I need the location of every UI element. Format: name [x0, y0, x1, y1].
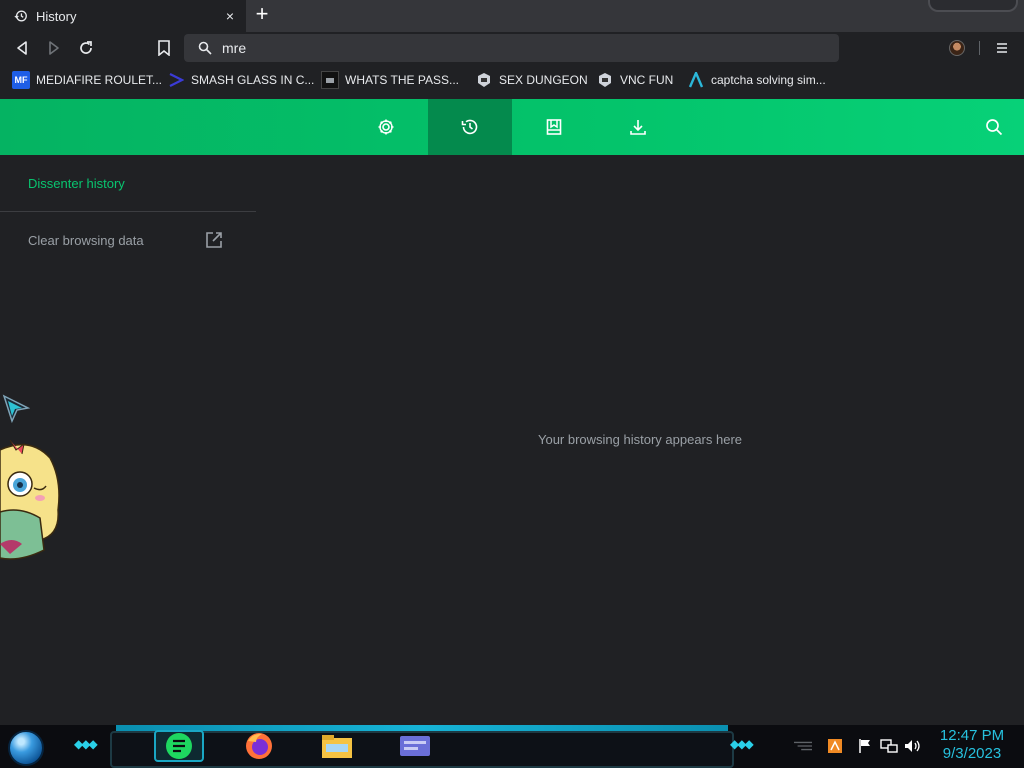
smash-glass-icon — [167, 71, 185, 89]
history-tab-icon — [14, 10, 27, 22]
forward-button[interactable] — [44, 38, 64, 58]
bookmark-item-mediafire[interactable]: MF MEDIAFIRE ROULET... — [12, 71, 162, 89]
clock-time: 12:47 PM — [939, 727, 1005, 744]
dungeon-icon — [475, 71, 493, 89]
bookmark-label: VNC FUN — [620, 73, 674, 87]
back-button[interactable] — [12, 38, 32, 58]
history-icon — [461, 119, 478, 135]
taskbar-chevron-icon: ◆◆◆ — [730, 737, 754, 751]
bookmarks-icon — [546, 119, 562, 135]
open-external-icon[interactable] — [205, 231, 223, 249]
bookmark-button[interactable] — [154, 38, 174, 58]
bookmark-label: MEDIAFIRE ROULET... — [36, 73, 163, 87]
show-desktop-icon[interactable] — [794, 737, 812, 755]
settings-icon — [378, 119, 394, 135]
sidebar-title[interactable]: Dissenter history — [28, 176, 125, 191]
taskbar-chevron-icon: ◆◆◆ — [74, 737, 98, 751]
history-page-header — [0, 99, 1024, 155]
profile-avatar[interactable] — [949, 40, 965, 56]
bookmark-icon — [158, 40, 170, 56]
history-button[interactable] — [428, 99, 512, 155]
search-icon — [198, 41, 212, 55]
taskbar-media-app[interactable] — [390, 730, 440, 762]
tab-close-icon[interactable]: × — [222, 8, 238, 24]
bookmark-item-whats-the-pass[interactable]: WHATS THE PASS... — [321, 71, 459, 89]
start-button[interactable] — [8, 730, 44, 766]
bookmark-item-sex-dungeon[interactable]: SEX DUNGEON — [475, 71, 588, 89]
flag-tray-icon[interactable] — [856, 737, 874, 755]
network-tray-icon[interactable] — [826, 737, 844, 755]
media-app-icon — [400, 736, 430, 756]
reload-button[interactable] — [76, 38, 96, 58]
captcha-icon — [687, 71, 705, 89]
firefox-icon — [246, 733, 272, 759]
settings-button[interactable] — [344, 99, 428, 155]
password-site-icon — [321, 71, 339, 89]
bookmark-item-vnc-fun[interactable]: VNC FUN — [596, 71, 673, 89]
bookmarks-button[interactable] — [512, 99, 596, 155]
taskbar-notes-app[interactable] — [154, 730, 204, 762]
downloads-icon — [630, 120, 646, 135]
forward-icon — [49, 41, 59, 55]
window-controls[interactable] — [928, 0, 1018, 12]
desktop-mascot-icon — [0, 440, 60, 560]
mouse-cursor-icon — [2, 394, 30, 424]
clear-browsing-data-link[interactable]: Clear browsing data — [28, 233, 144, 248]
taskbar-firefox[interactable] — [234, 730, 284, 762]
history-search-button[interactable] — [952, 99, 1024, 155]
volume-tray-icon[interactable] — [904, 737, 922, 755]
taskbar-clock[interactable]: 12:47 PM 9/3/2023 — [936, 727, 1008, 763]
bookmark-item-smash-glass[interactable]: SMASH GLASS IN C... — [167, 71, 314, 89]
vnc-icon — [596, 71, 614, 89]
bookmark-label: SEX DUNGEON — [499, 73, 588, 87]
display-tray-icon[interactable] — [880, 737, 898, 755]
taskbar-file-explorer[interactable] — [312, 730, 362, 762]
bookmark-label: SMASH GLASS IN C... — [191, 73, 315, 87]
clock-date: 9/3/2023 — [942, 745, 1002, 762]
empty-history-message: Your browsing history appears here — [537, 432, 743, 447]
reload-icon — [80, 41, 92, 54]
downloads-button[interactable] — [596, 99, 680, 155]
toolbar: mre — [0, 32, 1024, 64]
bookmarks-bar: MF MEDIAFIRE ROULET... SMASH GLASS IN C.… — [0, 64, 1024, 99]
tab-title: History — [36, 8, 77, 24]
bookmark-item-captcha[interactable]: captcha solving sim... — [687, 71, 826, 89]
tab-history[interactable]: History × — [0, 0, 246, 32]
notes-app-icon — [166, 733, 192, 759]
search-icon — [986, 119, 1003, 136]
back-icon — [17, 41, 27, 55]
tab-strip: History × + — [0, 0, 1024, 32]
bookmark-label: captcha solving sim... — [711, 73, 826, 87]
screen: History × + mre MF MEDIAFIRE ROULET... S… — [0, 0, 1024, 768]
menu-button[interactable] — [992, 38, 1012, 58]
file-explorer-icon — [322, 735, 352, 758]
bookmark-label: WHATS THE PASS... — [345, 73, 460, 87]
new-tab-button[interactable]: + — [251, 3, 273, 26]
mediafire-icon: MF — [12, 71, 30, 89]
hamburger-menu-icon — [997, 43, 1007, 53]
sidebar-divider — [0, 211, 256, 212]
address-bar[interactable]: mre — [184, 34, 839, 62]
address-text: mre — [222, 40, 247, 56]
toolbar-divider — [979, 41, 980, 55]
